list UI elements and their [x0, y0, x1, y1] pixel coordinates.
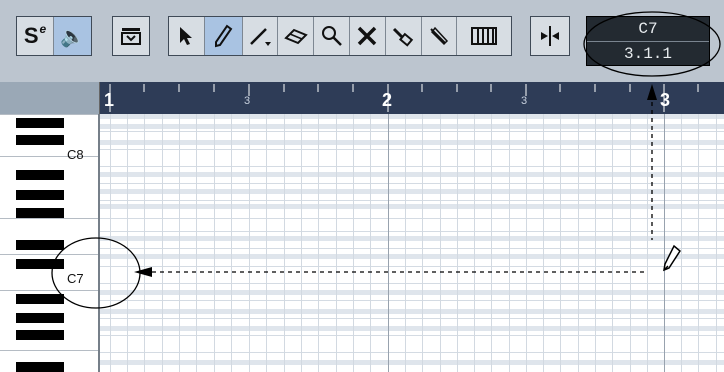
tool-group: [168, 16, 512, 56]
magnifier-icon: [321, 26, 342, 46]
glue-tool[interactable]: [386, 17, 422, 55]
ruler-label-bar-1: 1: [104, 90, 115, 110]
ruler-label-bar-3: 3: [660, 90, 671, 110]
black-key[interactable]: [16, 259, 64, 269]
edit-indicator-icon: e: [39, 22, 47, 36]
comb-icon: [471, 27, 498, 45]
key-label-c8: C8: [67, 147, 84, 162]
note-grid[interactable]: [100, 114, 724, 372]
draw-tool[interactable]: [204, 17, 243, 55]
toolbar: S e 🔈 C7 3.1.1: [0, 0, 724, 83]
erase-tool[interactable]: [278, 17, 315, 55]
object-selection-tool[interactable]: [169, 17, 205, 55]
black-key[interactable]: [16, 240, 64, 250]
black-key[interactable]: [16, 313, 64, 323]
black-key[interactable]: [16, 135, 64, 145]
black-key[interactable]: [16, 208, 64, 218]
black-key[interactable]: [16, 118, 64, 128]
ruler-corner: [0, 82, 100, 114]
piano-keyboard[interactable]: C8 C7: [0, 114, 100, 372]
ruler-label-beat-3: 3: [244, 95, 251, 107]
split-grid-tool[interactable]: [457, 17, 511, 55]
black-key[interactable]: [16, 170, 64, 180]
eraser-icon: [284, 28, 308, 45]
solo-group: S e 🔈: [16, 16, 92, 56]
x-icon: [358, 26, 377, 46]
solo-button[interactable]: S e: [17, 17, 55, 55]
mouse-pitch-display: C7: [587, 17, 709, 42]
autoscroll-button[interactable]: [530, 16, 570, 56]
black-key[interactable]: [16, 294, 64, 304]
zoom-tool[interactable]: [314, 17, 350, 55]
line-icon: [250, 28, 271, 46]
ruler-label-bar-2: 2: [382, 90, 393, 110]
speaker-icon: 🔈: [60, 25, 85, 48]
key-label-c7: C7: [67, 271, 84, 286]
black-key[interactable]: [16, 330, 64, 340]
pencil-icon: [215, 24, 233, 48]
mute-tool[interactable]: [350, 17, 386, 55]
mouse-position-display: C7 3.1.1: [586, 16, 710, 66]
split-tool[interactable]: [422, 17, 458, 55]
speaker-button[interactable]: 🔈: [54, 17, 91, 55]
black-key[interactable]: [16, 190, 64, 200]
ruler[interactable]: 1 3 2 3 3: [100, 82, 724, 114]
black-key[interactable]: [16, 362, 64, 372]
autoscroll-icon: [541, 26, 559, 46]
mouse-time-display: 3.1.1: [623, 45, 672, 63]
arrow-icon: [180, 27, 193, 45]
scissors-icon: [430, 26, 448, 46]
line-tool[interactable]: [243, 17, 279, 55]
solo-label: S: [23, 23, 39, 48]
show-info-button[interactable]: [112, 16, 150, 56]
ruler-ticks: [109, 84, 699, 112]
info-icon: [121, 28, 141, 45]
glue-tube-icon: [393, 27, 414, 47]
ruler-label-beat-3b: 3: [521, 95, 528, 107]
